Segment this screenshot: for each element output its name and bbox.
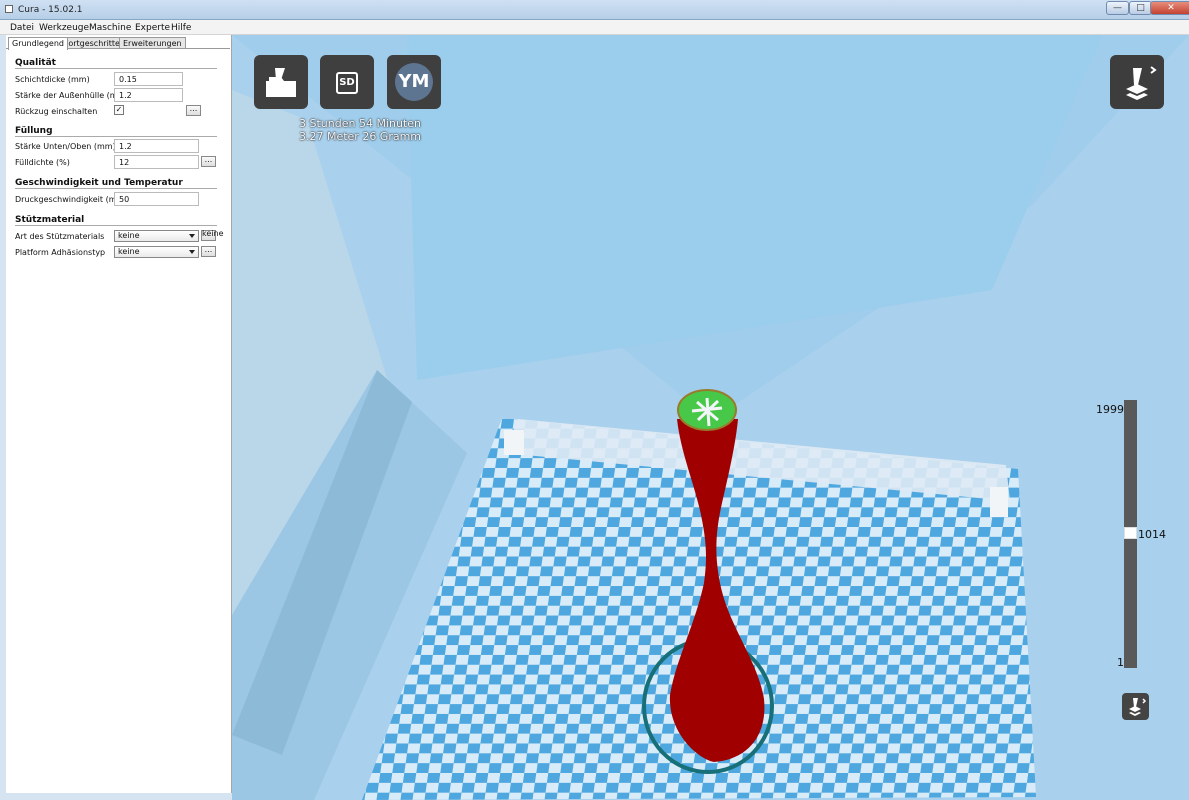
support-divider	[15, 225, 217, 226]
shell-thickness-input[interactable]: 1.2	[114, 88, 183, 102]
quality-section-title: Qualität	[15, 58, 56, 68]
load-model-button[interactable]	[254, 55, 308, 109]
support-type-value: keine	[118, 231, 140, 240]
infill-more-button[interactable]: ...	[201, 156, 216, 167]
menu-datei[interactable]: Datei	[10, 23, 34, 33]
support-type-more-button[interactable]: keine	[201, 230, 223, 241]
window-title: Cura - 15.02.1	[18, 5, 83, 15]
menu-werkzeuge[interactable]: Werkzeuge	[39, 23, 89, 33]
plate-clip-right	[990, 487, 1008, 517]
plate-clip-left	[504, 430, 524, 455]
folder-load-icon	[266, 68, 296, 97]
infill-section-title: Füllung	[15, 126, 53, 136]
tab-grundlegend[interactable]: Grundlegend	[8, 37, 68, 50]
window-titlebar: Cura - 15.02.1 — □ ✕	[0, 0, 1189, 20]
retraction-label: Rückzug einschalten	[15, 107, 98, 116]
support-type-label: Art des Stützmaterials	[15, 232, 105, 241]
adhesion-type-label: Platform Adhäsionstyp	[15, 248, 106, 257]
youmagine-icon: YM	[395, 63, 433, 101]
support-type-select[interactable]: keine	[114, 230, 199, 242]
adhesion-type-more-button[interactable]: ...	[201, 246, 216, 257]
menu-bar: Datei Werkzeuge Maschine Experte Hilfe	[0, 20, 1189, 35]
layer-slider[interactable]	[1124, 400, 1137, 668]
layer-height-label: Schichtdicke (mm)	[15, 75, 90, 84]
adhesion-type-select[interactable]: keine	[114, 246, 199, 258]
basic-settings-panel: Qualität Schichtdicke (mm) 0.15 Stärke d…	[6, 48, 230, 793]
infill-divider	[15, 136, 217, 137]
retraction-checkbox[interactable]: ✓	[114, 105, 124, 115]
sd-card-icon: SD	[336, 72, 358, 94]
close-button[interactable]: ✕	[1150, 1, 1189, 15]
layer-min-label: 1	[1117, 656, 1124, 669]
layers-view-icon	[1126, 66, 1157, 100]
top-bottom-thickness-input[interactable]: 1.2	[114, 139, 199, 153]
print-speed-input[interactable]: 50	[114, 192, 199, 206]
cura-app-icon	[5, 5, 13, 13]
settings-sidebar: Grundlegend Fortgeschritten Erweiterunge…	[6, 35, 232, 793]
infill-density-input[interactable]: 12	[114, 155, 199, 169]
shell-thickness-label: Stärke der Außenhülle (mm)	[15, 91, 129, 100]
quality-divider	[15, 68, 217, 69]
print-estimate: 3 Stunden 54 Minuten 3.27 Meter 26 Gramm	[285, 117, 435, 143]
support-section-title: Stützmaterial	[15, 215, 85, 225]
layer-max-label: 1999	[1096, 403, 1124, 416]
layer-height-input[interactable]: 0.15	[114, 72, 183, 86]
menu-hilfe[interactable]: Hilfe	[171, 23, 191, 33]
layer-slider-thumb[interactable]	[1124, 527, 1137, 539]
speed-temperature-section-title: Geschwindigkeit und Temperatur	[15, 178, 183, 188]
maximize-button[interactable]: □	[1129, 1, 1152, 15]
layer-current-label: 1014	[1138, 528, 1166, 541]
retraction-more-button[interactable]: ...	[186, 105, 201, 116]
print-time: 3 Stunden 54 Minuten	[299, 117, 421, 130]
view-mode-button[interactable]	[1110, 55, 1164, 109]
menu-experte[interactable]: Experte	[135, 23, 170, 33]
save-to-sd-button[interactable]: SD	[320, 55, 374, 109]
top-bottom-thickness-label: Stärke Unten/Oben (mm)	[15, 142, 116, 151]
compact-layer-view-button[interactable]	[1122, 693, 1149, 720]
youmagine-button[interactable]: YM	[387, 55, 441, 109]
3d-print-preview-viewport[interactable]: SD YM 3 Stunden 54 Minuten 3.27 Meter 26…	[232, 35, 1189, 800]
chevron-down-icon	[189, 234, 195, 238]
menu-maschine[interactable]: Maschine	[89, 23, 131, 33]
minimize-button[interactable]: —	[1106, 1, 1129, 15]
adhesion-type-value: keine	[118, 247, 140, 256]
chevron-down-icon	[189, 250, 195, 254]
print-material: 3.27 Meter 26 Gramm	[298, 130, 422, 143]
infill-density-label: Fülldichte (%)	[15, 158, 70, 167]
printer-scene	[232, 35, 1189, 800]
layers-icon	[1129, 698, 1147, 716]
speed-temperature-divider	[15, 188, 217, 189]
